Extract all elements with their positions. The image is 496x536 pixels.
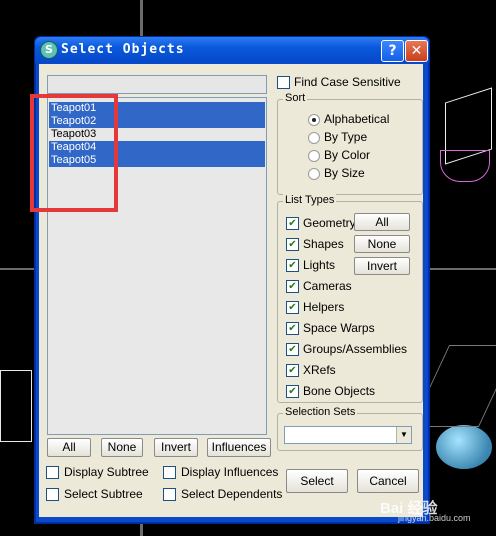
dialog-title: Select Objects — [61, 42, 185, 57]
sort-by-type-radio[interactable] — [308, 132, 320, 144]
cameras-label: Cameras — [303, 279, 352, 293]
sort-group: Sort Alphabetical By Type By Color By Si… — [277, 92, 423, 195]
select-subtree-label: Select Subtree — [64, 487, 143, 501]
lights-checkbox[interactable]: ✔ — [286, 259, 299, 272]
sort-alphabetical-label: Alphabetical — [324, 112, 390, 126]
selection-sets-group: Selection Sets ▼ — [277, 406, 423, 451]
xrefs-label: XRefs — [303, 363, 336, 377]
highlight-annotation — [30, 94, 118, 212]
sort-group-label: Sort — [283, 92, 308, 104]
sort-by-color-radio[interactable] — [308, 150, 320, 162]
chevron-down-icon[interactable]: ▼ — [396, 427, 411, 443]
selection-sets-dropdown[interactable]: ▼ — [284, 426, 412, 444]
lights-label: Lights — [303, 258, 336, 272]
influences-button[interactable]: Influences — [207, 438, 271, 457]
display-influences-label: Display Influences — [181, 465, 279, 479]
close-button[interactable]: ✕ — [405, 40, 428, 62]
select-button[interactable]: Select — [286, 469, 348, 493]
list-none-button[interactable]: None — [101, 438, 143, 457]
cameras-checkbox[interactable]: ✔ — [286, 280, 299, 293]
display-subtree-checkbox[interactable] — [46, 466, 59, 479]
bone-objects-label: Bone Objects — [303, 384, 376, 398]
selection-sets-label: Selection Sets — [283, 406, 358, 418]
display-subtree-label: Display Subtree — [64, 465, 149, 479]
title-bar: S Select Objects ? ✕ — [35, 37, 429, 63]
sort-by-color-label: By Color — [324, 148, 371, 162]
app-icon: S — [40, 41, 58, 59]
helpers-checkbox[interactable]: ✔ — [286, 301, 299, 314]
list-types-label: List Types — [283, 194, 337, 206]
list-types-group: List Types ✔ Geometry ✔ Shapes ✔ Lights … — [277, 194, 423, 403]
sort-by-size-radio[interactable] — [308, 168, 320, 180]
selection-sets-value — [285, 431, 287, 443]
groups-assemblies-label: Groups/Assemblies — [303, 342, 408, 356]
find-case-sensitive-checkbox[interactable] — [277, 76, 290, 89]
sort-by-size-label: By Size — [324, 166, 365, 180]
shapes-label: Shapes — [303, 237, 344, 251]
select-dependents-checkbox[interactable] — [163, 488, 176, 501]
types-invert-button[interactable]: Invert — [354, 257, 410, 275]
sort-by-type-label: By Type — [324, 130, 368, 144]
space-warps-label: Space Warps — [303, 321, 375, 335]
types-all-button[interactable]: All — [354, 213, 410, 231]
bone-objects-checkbox[interactable]: ✔ — [286, 385, 299, 398]
geometry-checkbox[interactable]: ✔ — [286, 217, 299, 230]
space-warps-checkbox[interactable]: ✔ — [286, 322, 299, 335]
groups-assemblies-checkbox[interactable]: ✔ — [286, 343, 299, 356]
list-invert-button[interactable]: Invert — [154, 438, 198, 457]
list-all-button[interactable]: All — [47, 438, 91, 457]
xrefs-checkbox[interactable]: ✔ — [286, 364, 299, 377]
help-button[interactable]: ? — [381, 40, 404, 62]
sort-alphabetical-radio[interactable] — [308, 114, 320, 126]
shapes-checkbox[interactable]: ✔ — [286, 238, 299, 251]
watermark-url: jingyan.baidu.com — [398, 513, 471, 523]
select-subtree-checkbox[interactable] — [46, 488, 59, 501]
find-case-sensitive-label: Find Case Sensitive — [294, 75, 401, 89]
types-none-button[interactable]: None — [354, 235, 410, 253]
geometry-label: Geometry — [303, 216, 356, 230]
cancel-button[interactable]: Cancel — [357, 469, 419, 493]
display-influences-checkbox[interactable] — [163, 466, 176, 479]
search-input[interactable] — [47, 75, 267, 94]
select-dependents-label: Select Dependents — [181, 487, 283, 501]
helpers-label: Helpers — [303, 300, 345, 314]
